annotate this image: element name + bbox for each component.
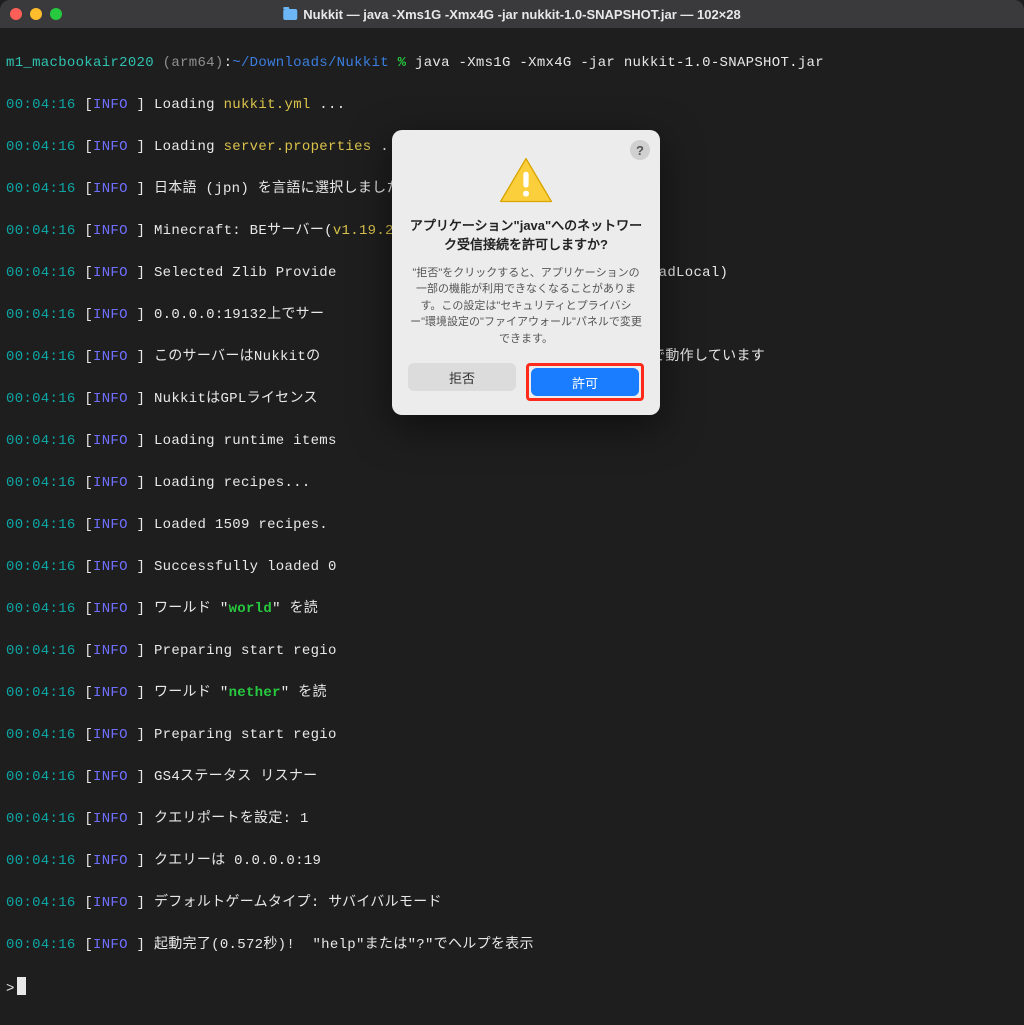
log-line: 00:04:16 [INFO ] Loading recipes... [6,473,1018,494]
allow-highlight: 許可 [526,363,644,401]
warning-icon [498,156,554,205]
allow-button[interactable]: 許可 [531,368,639,396]
dialog-body: "拒否"をクリックすると、アプリケーションの一部の機能が利用できなくなることがあ… [408,265,644,348]
help-button[interactable]: ? [630,140,650,160]
log-line: 00:04:16 [INFO ] Loaded 1509 recipes. [6,515,1018,536]
folder-icon [283,9,297,20]
deny-button[interactable]: 拒否 [408,363,516,391]
close-window-button[interactable] [10,8,22,20]
firewall-dialog: ? アプリケーション"java"へのネットワーク受信接続を許可しますか? "拒否… [392,130,660,415]
input-prompt[interactable]: > [6,977,1018,1000]
log-line: 00:04:16 [INFO ] デフォルトゲームタイプ: サバイバルモード [6,893,1018,914]
log-line: 00:04:16 [INFO ] 起動完了(0.572秒)! "help"または… [6,935,1018,956]
prompt-line: m1_macbookair2020 (arm64):~/Downloads/Nu… [6,53,1018,74]
log-line: 00:04:16 [INFO ] Preparing start regio [6,725,1018,746]
minimize-window-button[interactable] [30,8,42,20]
log-line: 00:04:16 [INFO ] Loading runtime items [6,431,1018,452]
log-line: 00:04:16 [INFO ] Loading nukkit.yml ... [6,95,1018,116]
log-line: 00:04:16 [INFO ] Preparing start regio [6,641,1018,662]
zoom-window-button[interactable] [50,8,62,20]
traffic-lights [10,8,62,20]
dialog-buttons: 拒否 許可 [408,363,644,401]
log-line: 00:04:16 [INFO ] Successfully loaded 0 [6,557,1018,578]
log-line: 00:04:16 [INFO ] ワールド "nether" を読 [6,683,1018,704]
log-line: 00:04:16 [INFO ] GS4ステータス リスナー [6,767,1018,788]
cursor [17,977,26,995]
window-title-text: Nukkit — java -Xms1G -Xmx4G -jar nukkit-… [303,7,740,22]
window-title: Nukkit — java -Xms1G -Xmx4G -jar nukkit-… [283,7,740,22]
log-line: 00:04:16 [INFO ] ワールド "world" を読 [6,599,1018,620]
window-titlebar: Nukkit — java -Xms1G -Xmx4G -jar nukkit-… [0,0,1024,28]
log-line: 00:04:16 [INFO ] クエリーは 0.0.0.0:19 [6,851,1018,872]
log-line: 00:04:16 [INFO ] クエリポートを設定: 1 [6,809,1018,830]
dialog-title: アプリケーション"java"へのネットワーク受信接続を許可しますか? [408,217,644,255]
